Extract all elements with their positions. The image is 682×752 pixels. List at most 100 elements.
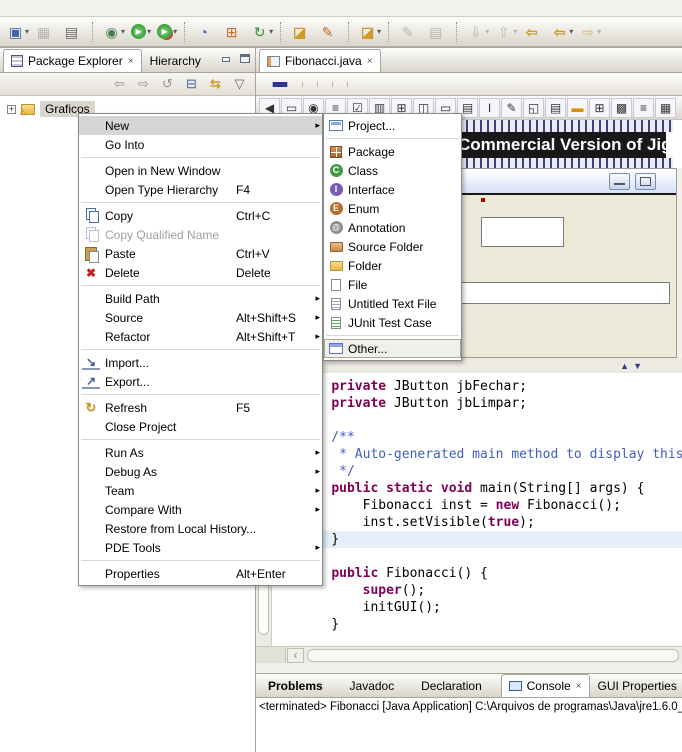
palette-scroll-pane[interactable]: ▩ bbox=[611, 98, 632, 118]
menu-item-source[interactable]: Source Alt+Shift+S ▸ bbox=[79, 308, 322, 327]
menu-item-open-type-hierarchy[interactable]: Open Type Hierarchy F4 ▸ bbox=[79, 180, 322, 199]
palette-tab-layout[interactable] bbox=[333, 82, 348, 87]
print-button[interactable]: ▤ ▾ bbox=[61, 21, 87, 43]
submenu-item-file[interactable]: File bbox=[324, 275, 461, 294]
menubar-run[interactable] bbox=[101, 7, 115, 9]
design-text-field[interactable] bbox=[481, 217, 564, 247]
menubar-file[interactable] bbox=[3, 7, 17, 9]
menu-item-delete[interactable]: ✖ Delete Delete ▸ bbox=[79, 263, 322, 282]
new-folder-button[interactable]: ◪ ▾ bbox=[357, 21, 383, 43]
menu-item-copy[interactable]: Copy Ctrl+C ▸ bbox=[79, 206, 322, 225]
menu-item-copy-qualified-name[interactable]: Copy Qualified Name ▸ bbox=[79, 225, 322, 244]
menubar-navigate[interactable] bbox=[59, 7, 73, 9]
palette-progress-bar[interactable]: ▬ bbox=[567, 98, 588, 118]
back-nav-button[interactable]: ⇦ bbox=[112, 75, 127, 93]
jigloo-editor-button[interactable]: ◔ ▾ bbox=[193, 21, 219, 43]
palette-editor-pane[interactable]: ✎ bbox=[501, 98, 522, 118]
submenu-item-folder[interactable]: Folder bbox=[324, 256, 461, 275]
menu-item-debug-as[interactable]: Debug As ▸ bbox=[79, 462, 322, 481]
external-tools-button[interactable]: ▶ ▾ bbox=[155, 21, 179, 43]
palette-tab-custom[interactable] bbox=[318, 82, 333, 87]
view-menu-button[interactable]: ▽ bbox=[232, 75, 247, 93]
tab-package-explorer[interactable]: Package Explorer × bbox=[3, 49, 142, 72]
maximize-icon[interactable] bbox=[635, 173, 656, 190]
menubar-source[interactable] bbox=[31, 7, 45, 9]
tab-declaration[interactable]: Declaration × bbox=[413, 674, 501, 697]
menubar-search[interactable] bbox=[73, 7, 87, 9]
menu-item-new[interactable]: New ▸ bbox=[79, 116, 322, 135]
menubar-help[interactable] bbox=[129, 7, 143, 9]
submenu-item-project[interactable]: Project... bbox=[324, 116, 461, 135]
tab-hierarchy[interactable]: Hierarchy × bbox=[142, 49, 220, 72]
palette-panel-component[interactable]: ▦ bbox=[655, 98, 676, 118]
jigloo-gui-button[interactable]: ⊞ ▾ bbox=[221, 21, 247, 43]
menu-item-go-into[interactable]: Go Into ▸ bbox=[79, 135, 322, 154]
menu-item-pde-tools[interactable]: PDE Tools ▸ bbox=[79, 538, 322, 557]
back-button[interactable]: ⇦ ▾ bbox=[549, 21, 575, 43]
tab-problems[interactable]: Problems × bbox=[260, 674, 342, 697]
menu-item-refresh[interactable]: ↻ Refresh F5 ▸ bbox=[79, 398, 322, 417]
java-search-button[interactable]: ✎ ▾ bbox=[317, 21, 343, 43]
menubar-refactor[interactable] bbox=[45, 7, 59, 9]
open-type-button[interactable]: ◪ ▾ bbox=[289, 21, 315, 43]
close-icon[interactable]: × bbox=[576, 681, 582, 692]
dropdown-arrow-icon[interactable]: ▾ bbox=[173, 27, 177, 36]
next-annotation-button[interactable]: ⇩ ▾ bbox=[465, 21, 491, 43]
scrollbar-thumb[interactable] bbox=[307, 649, 679, 662]
palette-text-pane[interactable]: ◱ bbox=[523, 98, 544, 118]
split-down-icon[interactable]: ▼ bbox=[633, 361, 642, 371]
split-up-icon[interactable]: ▲ bbox=[620, 361, 629, 371]
submenu-item-annotation[interactable]: @ Annotation bbox=[324, 218, 461, 237]
submenu-item-class[interactable]: C Class bbox=[324, 161, 461, 180]
menu-item-import[interactable]: ↘ Import... ▸ bbox=[79, 353, 322, 372]
palette-tab-more-components[interactable] bbox=[288, 82, 303, 87]
menu-item-paste[interactable]: Paste Ctrl+V ▸ bbox=[79, 244, 322, 263]
menu-item-build-path[interactable]: Build Path ▸ bbox=[79, 289, 322, 308]
menu-item-run-as[interactable]: Run As ▸ bbox=[79, 443, 322, 462]
submenu-item-untitled-text-file[interactable]: Untitled Text File bbox=[324, 294, 461, 313]
dropdown-arrow-icon[interactable]: ▾ bbox=[513, 27, 517, 36]
dropdown-arrow-icon[interactable]: ▾ bbox=[377, 27, 381, 36]
submenu-item-interface[interactable]: I Interface bbox=[324, 180, 461, 199]
dropdown-arrow-icon[interactable]: ▾ bbox=[269, 27, 273, 36]
dropdown-arrow-icon[interactable]: ▾ bbox=[147, 27, 151, 36]
dropdown-arrow-icon[interactable]: ▾ bbox=[121, 27, 125, 36]
dropdown-arrow-icon[interactable]: ▾ bbox=[597, 27, 601, 36]
menu-item-close-project[interactable]: Close Project ▸ bbox=[79, 417, 322, 436]
menu-item-refactor[interactable]: Refactor Alt+Shift+T ▸ bbox=[79, 327, 322, 346]
menu-item-properties[interactable]: Properties Alt+Enter ▸ bbox=[79, 564, 322, 583]
palette-tab-menu[interactable] bbox=[303, 82, 318, 87]
mark-occurrences-button[interactable]: ✎ ▾ bbox=[397, 21, 423, 43]
close-icon[interactable]: × bbox=[367, 56, 373, 67]
link-with-editor-button[interactable]: ⇆ bbox=[208, 75, 223, 93]
forward-button[interactable]: ⇨ ▾ bbox=[577, 21, 603, 43]
palette-tab-containers[interactable] bbox=[258, 82, 273, 87]
tab-javadoc[interactable]: Javadoc × bbox=[342, 674, 414, 697]
menubar-window[interactable] bbox=[115, 7, 129, 9]
dropdown-arrow-icon[interactable]: ▾ bbox=[569, 27, 573, 36]
submenu-item-junit-test-case[interactable]: JUnit Test Case bbox=[324, 313, 461, 332]
menu-item-compare-with[interactable]: Compare With ▸ bbox=[79, 500, 322, 519]
previous-annotation-button[interactable]: ⇧ ▾ bbox=[493, 21, 519, 43]
menubar-project[interactable] bbox=[87, 7, 101, 9]
save-button[interactable]: ▦ ▾ bbox=[33, 21, 59, 43]
menubar-edit[interactable] bbox=[17, 7, 31, 9]
palette-separator-component[interactable]: ≡ bbox=[633, 98, 654, 118]
palette-tab-components[interactable] bbox=[273, 82, 288, 87]
dropdown-arrow-icon[interactable]: ▾ bbox=[25, 27, 29, 36]
palette-table-component[interactable]: ⊞ bbox=[589, 98, 610, 118]
scroll-left-icon[interactable]: ‹ bbox=[287, 648, 304, 663]
forward-nav-button[interactable]: ⇨ bbox=[136, 75, 151, 93]
maximize-icon[interactable] bbox=[239, 53, 251, 64]
tab-console[interactable]: Console × bbox=[501, 674, 590, 697]
up-nav-button[interactable]: ↺ bbox=[160, 75, 175, 93]
tab-gui-properties[interactable]: GUI Properties × bbox=[590, 674, 682, 697]
new-wizard-button[interactable]: ▣ ▾ bbox=[5, 21, 31, 43]
submenu-item-other[interactable]: Other... bbox=[324, 339, 461, 358]
code-text[interactable]: private JButton jbFechar; private JButto… bbox=[272, 373, 682, 646]
palette-text-area[interactable]: ▤ bbox=[545, 98, 566, 118]
palette-text-field[interactable]: I bbox=[479, 98, 500, 118]
run-button[interactable]: ▶ ▾ bbox=[129, 21, 153, 43]
last-edit-location-button[interactable]: ⇦ ▾ bbox=[521, 21, 547, 43]
minimize-icon[interactable] bbox=[609, 173, 630, 190]
